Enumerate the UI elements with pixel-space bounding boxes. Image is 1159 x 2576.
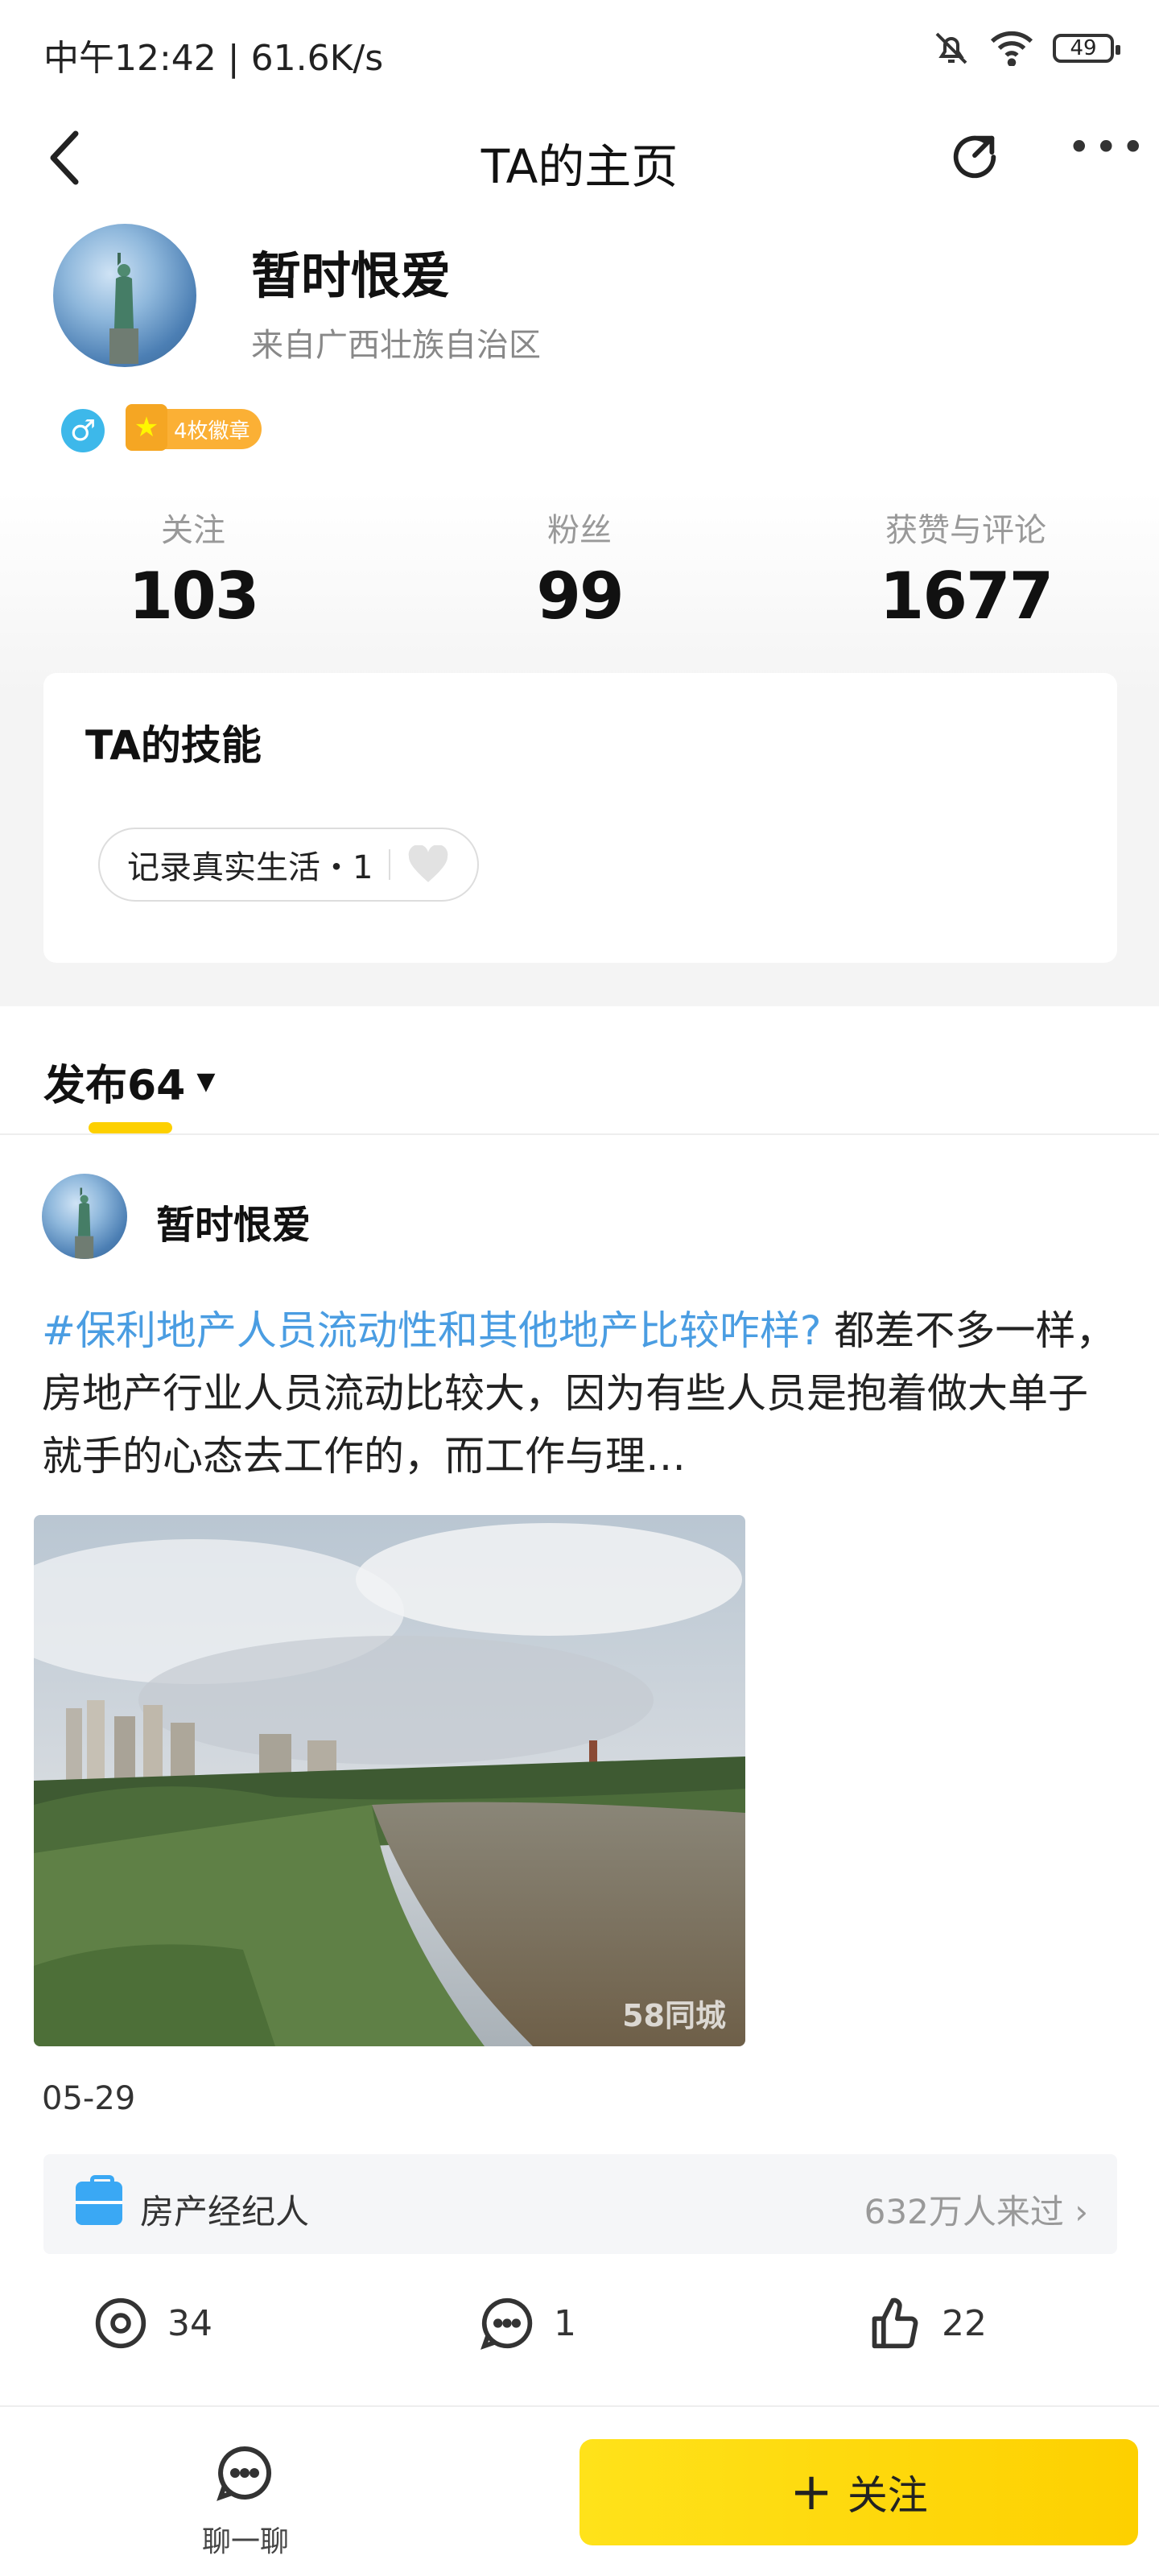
skill-pill[interactable]: 记录真实生活・1 bbox=[98, 828, 480, 902]
medal-star-icon: ★ bbox=[126, 404, 167, 451]
follow-label: 关注 bbox=[847, 2472, 928, 2519]
dropdown-triangle-icon: ▼ bbox=[196, 1067, 216, 1096]
comment-icon bbox=[481, 2297, 533, 2350]
river-landscape-photo bbox=[34, 1515, 745, 2046]
stat-following[interactable]: 关注 103 bbox=[0, 504, 386, 634]
profile-avatar[interactable] bbox=[53, 224, 196, 367]
stat-followers[interactable]: 粉丝 99 bbox=[386, 504, 773, 634]
occupation-bar[interactable]: 房产经纪人 632万人来过 › bbox=[43, 2154, 1117, 2254]
views-count: 34 bbox=[167, 2302, 212, 2344]
more-options-button[interactable]: ••• bbox=[1067, 127, 1145, 184]
watermark-text: 58同城 bbox=[622, 1998, 726, 2033]
wifi-icon bbox=[990, 31, 1033, 66]
eye-icon bbox=[95, 2297, 146, 2349]
chat-label: 聊一聊 bbox=[201, 2525, 289, 2558]
likes-count: 22 bbox=[942, 2302, 987, 2344]
profile-location: 来自广西壮族自治区 bbox=[251, 327, 541, 364]
post-author-avatar[interactable] bbox=[42, 1174, 127, 1259]
skills-title: TA的技能 bbox=[85, 722, 262, 769]
tab-posts[interactable]: 发布64 ▼ bbox=[43, 1051, 215, 1112]
statue-image bbox=[75, 1187, 94, 1259]
stat-label: 关注 bbox=[161, 512, 225, 549]
tab-posts-label: 发布64 bbox=[43, 1062, 186, 1110]
briefcase-icon bbox=[76, 2175, 122, 2225]
skill-label: 记录真实生活・1 bbox=[127, 849, 373, 886]
post-author-name[interactable]: 暂时恨爱 bbox=[156, 1193, 311, 1249]
status-time: 中午12:42 | 61.6K/s bbox=[43, 38, 384, 79]
stat-value: 1677 bbox=[879, 559, 1054, 634]
comment-button[interactable]: 1 bbox=[480, 2296, 576, 2351]
divider bbox=[0, 2405, 1159, 2407]
gender-male-icon: ♂ bbox=[61, 409, 105, 452]
battery-level: 49 bbox=[1070, 36, 1097, 60]
skills-card: TA的技能 记录真实生活・1 bbox=[43, 673, 1117, 963]
comments-count: 1 bbox=[554, 2302, 576, 2344]
stat-label: 粉丝 bbox=[547, 512, 612, 549]
profile-name: 暂时恨爱 bbox=[251, 246, 452, 305]
statue-image bbox=[109, 253, 138, 364]
mute-bell-icon bbox=[935, 32, 967, 64]
post-text[interactable]: #保利地产人员流动性和其他地产比较咋样? 都差不多一样，房地产行业人员流动比较大… bbox=[42, 1299, 1120, 1488]
share-refresh-button[interactable] bbox=[947, 129, 1003, 185]
battery-icon: 49 bbox=[1053, 34, 1120, 63]
views-stat: 34 bbox=[93, 2296, 212, 2351]
visitor-count: 632万人来过 › bbox=[864, 2185, 1088, 2234]
pill-divider bbox=[389, 849, 391, 880]
occupation-label: 房产经纪人 bbox=[140, 2192, 310, 2231]
post-topic-link[interactable]: #保利地产人员流动性和其他地产比较咋样? bbox=[42, 1307, 821, 1354]
follow-button[interactable]: + 关注 bbox=[580, 2439, 1138, 2545]
status-icons: 49 bbox=[932, 29, 1120, 68]
stat-label: 获赞与评论 bbox=[885, 512, 1046, 549]
divider bbox=[0, 1133, 1159, 1135]
stat-value: 99 bbox=[536, 559, 624, 634]
tab-active-indicator bbox=[89, 1122, 172, 1133]
stat-value: 103 bbox=[128, 559, 260, 634]
chat-bubble-icon bbox=[217, 2446, 272, 2501]
chevron-right-icon: › bbox=[1074, 2192, 1088, 2231]
stat-likes[interactable]: 获赞与评论 1677 bbox=[773, 504, 1159, 634]
chat-button[interactable]: 聊一聊 bbox=[177, 2444, 314, 2565]
post-date: 05-29 bbox=[42, 2080, 136, 2117]
thumbs-up-icon bbox=[872, 2297, 918, 2349]
post-image[interactable]: 58同城 bbox=[34, 1515, 745, 2046]
plus-icon: + bbox=[790, 2462, 833, 2522]
like-button[interactable]: 22 bbox=[868, 2296, 987, 2351]
heart-icon[interactable] bbox=[406, 845, 450, 884]
visitor-count-text: 632万人来过 bbox=[864, 2192, 1064, 2231]
